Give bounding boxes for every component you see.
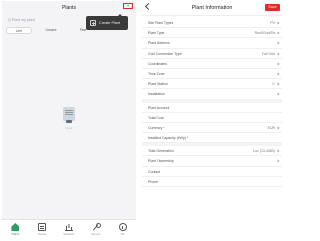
form-row[interactable]: Plant Ownership (142, 156, 282, 167)
form-row[interactable]: Plant Account (142, 103, 282, 113)
row-label: Installed Capacity (kWp) * (148, 136, 189, 141)
empty-state: None (60, 107, 78, 131)
row-label: Currency * (148, 125, 165, 130)
plant-information-screen: Plant Information Save Site Plant Types P… (142, 0, 282, 241)
form-row[interactable]: Plant Address (142, 38, 282, 49)
chevron-right-icon (276, 62, 280, 66)
form-row[interactable]: Site Plant Types PV (142, 18, 282, 29)
menu-caret (118, 14, 122, 16)
row-label: Grid Connection Type (148, 51, 182, 56)
form-row[interactable]: Plant Type Roof/Grid/Str (142, 28, 282, 39)
form-row[interactable]: Coordinates (142, 59, 282, 69)
nav-statistics[interactable]: Statistics (56, 220, 83, 239)
chevron-right-icon (276, 126, 280, 130)
nav-label: Statistics (63, 232, 75, 236)
required-marker: * (162, 125, 165, 130)
chevron-right-icon (276, 82, 280, 86)
nav-me[interactable]: Me (109, 220, 136, 239)
row-label: Time Zone (148, 71, 165, 76)
add-plant-button[interactable]: + (123, 3, 133, 9)
chevron-right-icon (276, 41, 280, 45)
form-row[interactable]: Plant Station C (142, 79, 282, 90)
row-value: Loc (13-4083) (253, 149, 275, 154)
save-button[interactable]: Save (265, 4, 280, 11)
form-row[interactable]: Installation (142, 89, 282, 100)
nav-label: Service (91, 232, 101, 236)
row-label: Phone (148, 179, 159, 184)
row-value: EUR (267, 125, 275, 130)
nav-plants[interactable]: Plants (2, 220, 29, 239)
chevron-right-icon (276, 72, 280, 76)
nav-tickets[interactable]: Tickets (29, 220, 56, 239)
service-icon (92, 223, 101, 231)
form-row[interactable]: Total Generation Loc (13-4083) (142, 146, 282, 157)
nav-service[interactable]: Service (82, 220, 109, 239)
row-value: Full Grid (261, 51, 275, 56)
info-list: Site Plant Types PV Plant Type Roof/Grid/S… (142, 18, 282, 187)
tab-1[interactable]: Uncare (38, 27, 64, 34)
create-plant-menu-item[interactable]: Create Plant (86, 14, 128, 30)
row-value: Roof/Grid/Str (254, 31, 275, 36)
row-label: Total Cost (148, 115, 164, 120)
plants-screen: Plants + Q Plant my plant Unit Uncare Fi… (2, 1, 136, 239)
me-icon (118, 223, 127, 231)
form-row[interactable]: Grid Connection Type Full Grid (142, 49, 282, 59)
empty-text: None (65, 126, 73, 130)
row-label: Plant Address (148, 41, 170, 46)
form-row[interactable]: Installed Capacity (kWp) * (142, 133, 282, 144)
search-input[interactable]: Q Plant my plant (6, 17, 88, 23)
chevron-right-icon (276, 52, 280, 55)
required-marker: * (185, 136, 189, 141)
row-value: C (272, 82, 275, 87)
row-label: Coordinates (148, 61, 167, 66)
page-title: Plant Information (191, 5, 233, 11)
home-icon (11, 223, 20, 231)
row-label: Contact (148, 169, 161, 174)
row-label: Site Plant Types (148, 21, 174, 25)
chevron-right-icon (276, 160, 280, 163)
form-row[interactable]: Total Cost (142, 113, 282, 123)
form-row[interactable]: Contact (142, 167, 282, 177)
row-label: Plant Station (148, 82, 168, 87)
chevron-right-icon (276, 31, 280, 35)
row-label: Installation (148, 92, 165, 97)
bottom-nav: Plants Tickets Statistics Service Me (2, 219, 136, 239)
header-bar: Plant Information Save (142, 0, 282, 16)
nav-label: Tickets (37, 232, 47, 236)
create-plant-label: Create Plant (99, 21, 121, 25)
form-row[interactable]: Phone (142, 177, 282, 187)
chevron-right-icon (276, 21, 280, 25)
stats-icon (64, 223, 73, 231)
row-value: PV (270, 21, 275, 25)
row-label: Plant Type (148, 31, 165, 36)
row-label: Plant Account (148, 105, 170, 110)
chevron-right-icon (276, 149, 280, 153)
form-row[interactable]: Time Zone (142, 69, 282, 80)
add-icon (90, 20, 96, 26)
nav-label: Plants (11, 232, 20, 236)
page-title: Plants (62, 5, 76, 11)
tickets-icon (38, 223, 47, 231)
chevron-right-icon (276, 92, 280, 96)
row-label: Total Generation (148, 149, 174, 154)
row-label: Plant Ownership (148, 159, 174, 164)
tab-0[interactable]: Unit (6, 27, 32, 34)
empty-document-icon (63, 107, 75, 123)
form-row[interactable]: Currency * EUR (142, 123, 282, 134)
nav-label: Me (120, 232, 125, 236)
